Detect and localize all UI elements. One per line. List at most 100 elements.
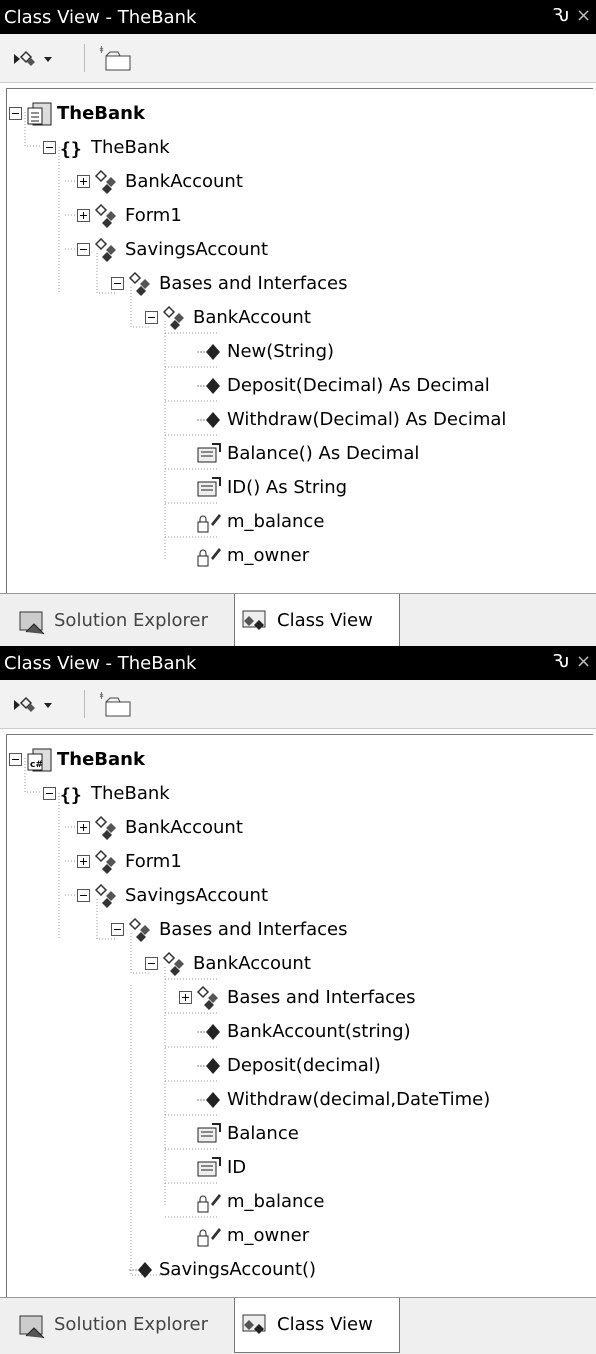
tree-node-label: Balance() As Decimal [227,443,420,464]
tree-node-label: Balance [227,1123,299,1144]
collapse-icon[interactable] [9,753,22,766]
panel-tab-bar: Solution Explorer Class View [0,593,596,650]
panel-tab-bar: Solution Explorer Class View [0,1297,596,1354]
property-icon [197,1157,221,1177]
class-icon [94,849,116,874]
tab-class-view[interactable]: Class View [234,1298,400,1353]
pin-icon[interactable]: Ԅ [552,5,570,26]
sort-by-icon[interactable] [12,694,56,716]
class-icon [162,951,184,976]
class-icon [128,271,150,296]
class-view-toolbar [0,34,596,83]
collapse-icon[interactable] [43,141,56,154]
method-icon [129,1262,152,1278]
collapse-icon[interactable] [111,923,124,936]
private-field-icon [197,1228,221,1247]
collapse-icon[interactable] [145,311,158,324]
class-tree: c# TheBank {} TheBank BankAccount Form1 Saving… [6,734,593,1298]
panel-title-bar[interactable]: Class View - TheBank Ԅ × [0,646,596,680]
svg-text:{}: {} [60,785,82,806]
tree-node-label: Deposit(Decimal) As Decimal [227,375,490,396]
class-icon [94,169,116,194]
collapse-icon[interactable] [77,243,90,256]
pin-icon[interactable]: Ԅ [552,651,570,672]
class-icon [128,917,150,942]
tree-node-label: SavingsAccount [125,885,268,906]
namespace-icon: {} [60,785,82,806]
class-icon [94,815,116,840]
tree-node-label: BankAccount [193,307,311,328]
toolbar-separator [84,690,85,718]
tab-label: Class View [277,1314,373,1335]
close-icon[interactable]: × [576,5,591,26]
tree-node-label: ID [227,1157,247,1178]
property-icon [197,443,221,463]
class-icon [196,985,218,1010]
tree-node-label: m_balance [227,511,325,532]
panel-title-bar[interactable]: Class View - TheBank Ԅ × [0,0,596,34]
expand-icon[interactable] [179,991,192,1004]
tree-node-label: m_balance [227,1191,325,1212]
class-view-toolbar [0,680,596,729]
property-icon [197,477,221,497]
class-icon [162,305,184,330]
class-icon [94,237,116,262]
collapse-icon[interactable] [43,787,56,800]
tree-node-label: Withdraw(Decimal) As Decimal [227,409,507,430]
class-view-icon [242,610,266,630]
close-icon[interactable]: × [576,651,591,672]
method-icon [197,1092,220,1108]
tree-node-label: Form1 [125,205,182,226]
tree-node-label: New(String) [227,341,335,362]
tree-node-label: BankAccount [125,817,243,838]
tree-node-label: Deposit(decimal) [227,1055,381,1076]
tree-node-label: BankAccount [125,171,243,192]
collapse-icon[interactable] [111,277,124,290]
tree-node-label: Bases and Interfaces [227,987,416,1008]
tree-node-label: SavingsAccount [125,239,268,260]
panel-title: Class View - TheBank [4,653,197,674]
tree-node-label: BankAccount [193,953,311,974]
private-field-icon [197,514,221,533]
collapse-icon[interactable] [9,107,22,120]
svg-text:{}: {} [60,139,82,160]
new-folder-icon[interactable] [96,692,136,718]
private-field-icon [197,1194,221,1213]
tree-node-label: m_owner [227,1225,310,1246]
tree-node-label: Form1 [125,851,182,872]
expand-icon[interactable] [77,209,90,222]
expand-icon[interactable] [77,175,90,188]
tab-label: Solution Explorer [54,610,208,631]
class-view-panel-csharp: Class View - TheBank Ԅ × c# TheBank {} T… [0,646,596,1354]
expand-icon[interactable] [77,821,90,834]
project-icon [27,102,52,126]
class-icon [94,883,116,908]
tree-node-label: TheBank [91,137,170,158]
tree-node-label: Withdraw(decimal,DateTime) [227,1089,491,1110]
panel-title: Class View - TheBank [4,7,197,28]
tree-node-label: m_owner [227,545,310,566]
method-icon [197,412,220,428]
class-tree: TheBank {} TheBank BankAccount Form1 SavingsA… [6,88,593,594]
new-folder-icon[interactable] [96,46,136,72]
tree-node-label: TheBank [57,103,145,124]
expand-icon[interactable] [77,855,90,868]
property-icon [197,1123,221,1143]
tab-label: Solution Explorer [54,1314,208,1335]
tree-node-label: TheBank [57,749,145,770]
toolbar-separator [84,44,85,72]
tab-class-view[interactable]: Class View [234,594,400,649]
class-view-panel-vb: Class View - TheBank Ԅ × TheBank {} TheB… [0,0,596,650]
method-icon [197,1058,220,1074]
class-view-icon [242,1314,266,1334]
collapse-icon[interactable] [77,889,90,902]
class-icon [94,203,116,228]
method-icon [197,378,220,394]
tab-solution-explorer[interactable]: Solution Explorer [12,1298,232,1352]
tab-solution-explorer[interactable]: Solution Explorer [12,594,232,648]
tree-node-label: ID() As String [227,477,348,498]
collapse-icon[interactable] [145,957,158,970]
tree-node-label: SavingsAccount() [159,1259,317,1280]
solution-explorer-icon [19,611,45,635]
sort-by-icon[interactable] [12,48,56,70]
